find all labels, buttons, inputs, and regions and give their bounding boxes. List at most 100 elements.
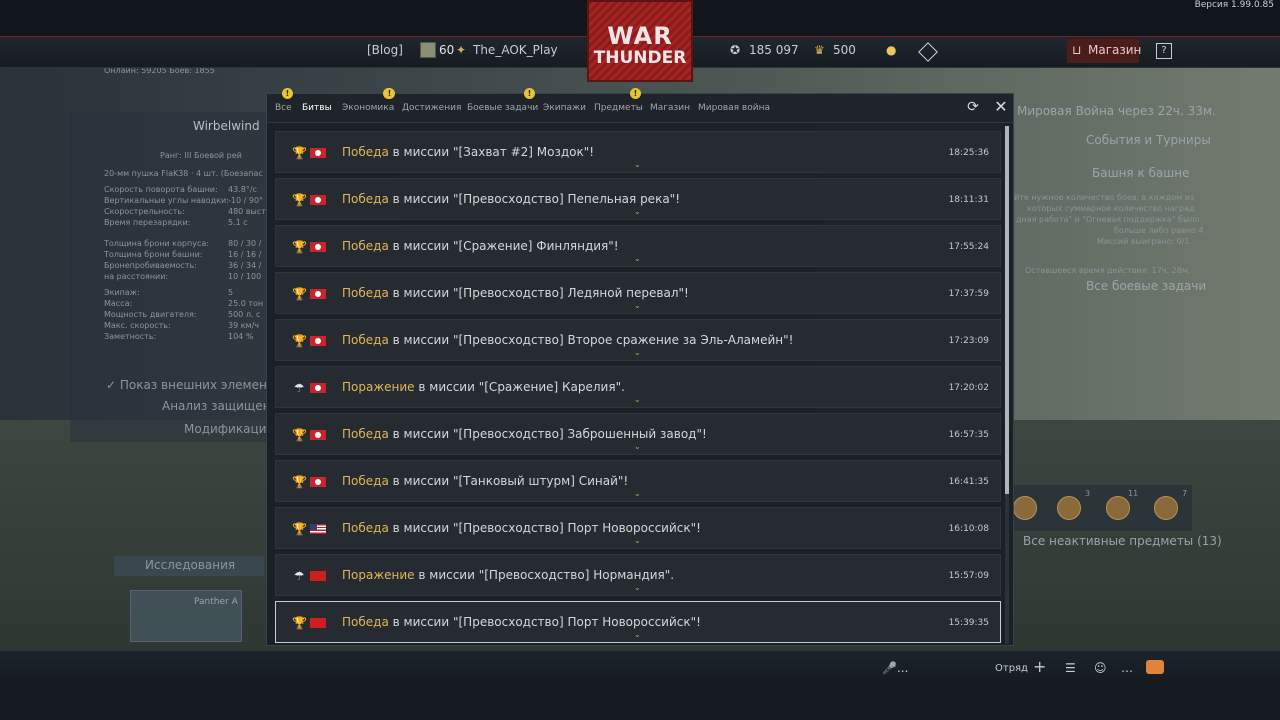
chat-icon[interactable]: … — [1121, 661, 1133, 675]
trophy-icon: 🏆 — [292, 475, 307, 489]
expand-chevron-icon[interactable]: ⌄ — [634, 537, 642, 545]
trophy-icon: 🏆 — [292, 146, 307, 160]
list-icon[interactable]: ☰ — [1065, 661, 1076, 675]
mail-icon[interactable] — [1146, 660, 1164, 674]
battle-row[interactable]: 🏆 Победа в миссии "[Превосходство] Второе… — [275, 319, 1001, 361]
medal-icon[interactable] — [1013, 496, 1037, 520]
expand-chevron-icon[interactable]: ⌄ — [634, 584, 642, 592]
stat-value: -10 / 90° — [228, 196, 264, 205]
battle-time: 17:37:59 — [948, 289, 989, 299]
tab-1[interactable]: Битвы — [302, 103, 332, 113]
scroll-thumb[interactable] — [1005, 126, 1009, 494]
battle-mission: "[Превосходство] Ледяной перевал"! — [452, 286, 689, 300]
refresh-button[interactable]: ⟳ — [965, 99, 981, 115]
cart-icon: ⊔ — [1072, 43, 1082, 57]
medal-icon[interactable] — [1057, 496, 1081, 520]
stat-value: 16 / 16 / — [228, 250, 262, 259]
events-link[interactable]: События и Турниры — [1086, 133, 1211, 147]
country-flag-icon — [310, 383, 326, 393]
tab-3[interactable]: Достижения — [402, 103, 461, 113]
battle-row[interactable]: 🏆 Победа в миссии "[Превосходство] Пепель… — [275, 178, 1001, 220]
stat-label: Толщина брони башни: — [104, 250, 203, 259]
battle-time: 15:57:09 — [948, 571, 989, 581]
inactive-items-link[interactable]: Все неактивные предметы (13) — [1023, 534, 1222, 548]
tower-task-title[interactable]: Башня к башне — [1092, 166, 1189, 180]
battle-time: 17:20:02 — [948, 383, 989, 393]
silver-lions-balance: 185 097 — [749, 43, 799, 57]
battle-mission: "[Сражение] Карелия". — [478, 380, 625, 394]
tab-4[interactable]: Боевые задачи — [467, 103, 538, 113]
country-flag-icon — [310, 336, 326, 346]
battle-mid: в миссии — [388, 427, 453, 441]
battle-mission: "[Превосходство] Заброшенный завод"! — [452, 427, 707, 441]
friends-icon[interactable]: ☺ — [1094, 661, 1107, 675]
battle-message: Победа в миссии "[Превосходство] Второе … — [342, 333, 793, 347]
country-flag-icon — [310, 195, 326, 205]
stat-label: Бронепробиваемость: — [104, 261, 197, 270]
world-war-link[interactable]: Мировая Война через 22ч. 33м. — [1017, 104, 1216, 118]
battle-row[interactable]: 🏆 Победа в миссии "[Превосходство] Порт Н… — [275, 507, 1001, 549]
tab-2[interactable]: Экономика — [342, 103, 394, 113]
vehicle-rank: Ранг: III Боевой рей — [160, 151, 242, 160]
country-flag-icon — [310, 524, 326, 534]
tab-5[interactable]: Экипажи — [543, 103, 586, 113]
parachute-icon: ☂ — [293, 569, 305, 583]
tab-8[interactable]: Мировая война — [698, 103, 770, 113]
player-nick[interactable]: The_AOK_Play — [473, 43, 558, 57]
expand-chevron-icon[interactable]: ⌄ — [634, 631, 642, 639]
battle-row[interactable]: 🏆 Победа в миссии "[Превосходство] Заброш… — [275, 413, 1001, 455]
squad-invite-button[interactable]: + — [1033, 657, 1046, 676]
stat-label: Экипаж: — [104, 288, 140, 297]
tab-6[interactable]: Предметы — [594, 103, 643, 113]
battle-mission: "[Танковый штурм] Синай"! — [452, 474, 629, 488]
stat-label: Толщина брони корпуса: — [104, 239, 209, 248]
medal-icon[interactable] — [1106, 496, 1130, 520]
expand-chevron-icon[interactable]: ⌄ — [634, 208, 642, 216]
expand-chevron-icon[interactable]: ⌄ — [634, 302, 642, 310]
player-level: 60 — [439, 43, 455, 57]
blog-link[interactable]: [Blog] — [367, 43, 403, 57]
battle-result: Поражение — [342, 380, 415, 394]
lightbulb-icon[interactable]: ● — [886, 43, 896, 57]
battle-result: Поражение — [342, 568, 415, 582]
show-external-checkbox[interactable]: ✓ Показ внешних элементов — [106, 378, 288, 392]
tab-0[interactable]: Все — [275, 103, 292, 113]
version-label: Версия 1.99.0.85 — [1194, 0, 1274, 10]
expand-chevron-icon[interactable]: ⌄ — [634, 255, 642, 263]
battle-mid: в миссии — [388, 474, 453, 488]
close-button[interactable]: ✕ — [992, 98, 1010, 116]
expand-chevron-icon[interactable]: ⌄ — [634, 396, 642, 404]
research-tank-name: Panther A — [194, 597, 238, 607]
battle-time: 18:11:31 — [948, 195, 989, 205]
battle-row[interactable]: 🏆 Победа в миссии "[Захват #2] Моздок"! 18… — [275, 131, 1001, 173]
expand-chevron-icon[interactable]: ⌄ — [634, 490, 642, 498]
tab-7[interactable]: Магазин — [650, 103, 690, 113]
battle-message: Победа в миссии "[Превосходство] Пепельн… — [342, 192, 680, 206]
battle-row[interactable]: 🏆 Победа в миссии "[Танковый штурм] Синай… — [275, 460, 1001, 502]
stat-value: 10 / 100 — [228, 272, 262, 281]
expand-chevron-icon[interactable]: ⌄ — [634, 443, 642, 451]
battle-message: Победа в миссии "[Превосходство] Заброше… — [342, 427, 707, 441]
voice-chat-button[interactable]: 🎤... — [882, 661, 908, 675]
task-desc-5: Миссий выиграно: 0/1 — [1097, 237, 1190, 246]
battle-row[interactable]: ☂ Поражение в миссии "[Превосходство] Нор… — [275, 554, 1001, 596]
battle-message: Победа в миссии "[Превосходство] Ледяной… — [342, 286, 689, 300]
expand-chevron-icon[interactable]: ⌄ — [634, 349, 642, 357]
stat-value: 5.1 с — [228, 218, 248, 227]
war-thunder-logo: WAR THUNDER — [587, 0, 693, 82]
medal-icon[interactable] — [1154, 496, 1178, 520]
battle-time: 17:23:09 — [948, 336, 989, 346]
battle-row[interactable]: 🏆 Победа в миссии "[Превосходство] Ледяно… — [275, 272, 1001, 314]
battle-list: 🏆 Победа в миссии "[Захват #2] Моздок"! 18… — [275, 131, 1002, 645]
battle-time: 16:57:35 — [948, 430, 989, 440]
battle-mid: в миссии — [388, 192, 453, 206]
battle-time: 18:25:36 — [948, 148, 989, 158]
battle-row[interactable]: 🏆 Победа в миссии "[Превосходство] Порт Н… — [275, 601, 1001, 643]
battle-row[interactable]: 🏆 Победа в миссии "[Сражение] Финляндия"!… — [275, 225, 1001, 267]
modifications-link[interactable]: Модификации — [184, 422, 274, 436]
expand-chevron-icon[interactable]: ⌄ — [634, 161, 642, 169]
battle-row[interactable]: ☂ Поражение в миссии "[Сражение] Карелия"… — [275, 366, 1001, 408]
help-button[interactable]: ? — [1156, 43, 1172, 59]
all-tasks-link[interactable]: Все боевые задачи — [1086, 279, 1206, 293]
vehicle-gun: 20-мм пушка FlaK38 · 4 шт. (Боезапас — [104, 169, 263, 178]
